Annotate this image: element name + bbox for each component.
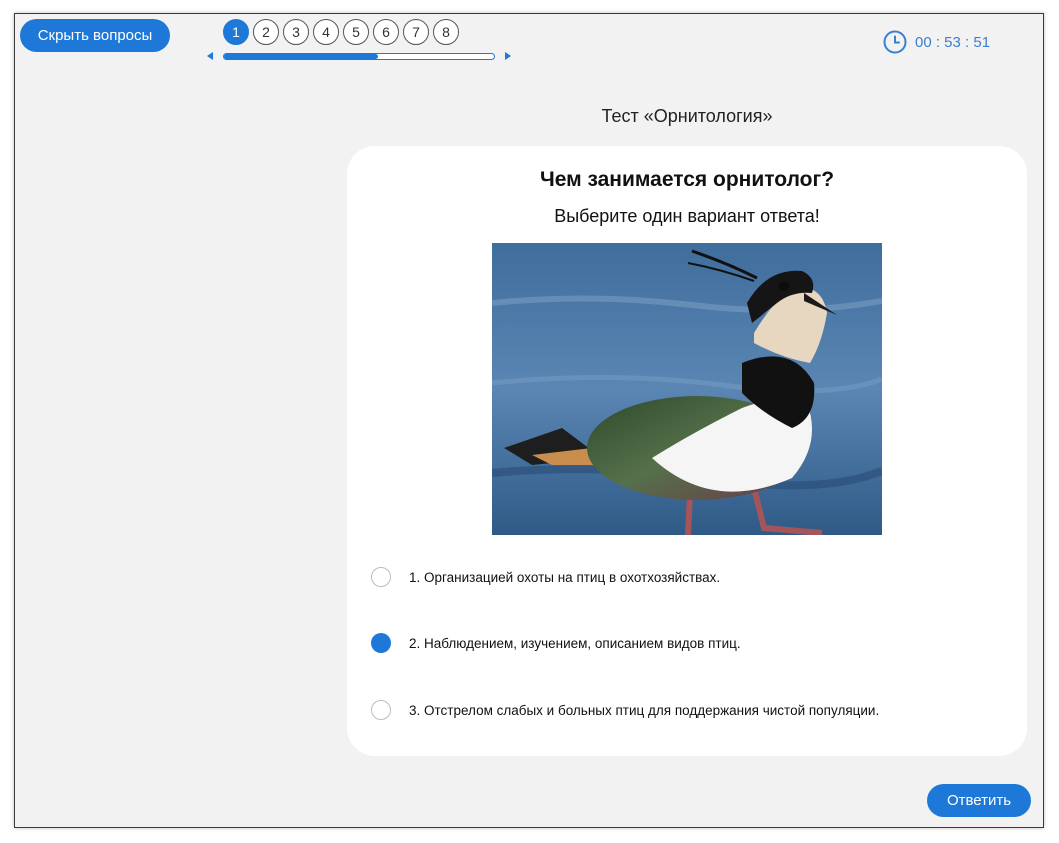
bird-photo: [492, 243, 882, 535]
question-number-4[interactable]: 4: [313, 19, 339, 45]
question-navigator: 1 2 3 4 5 6 7 8: [223, 19, 459, 45]
radio-button-2[interactable]: [371, 633, 391, 653]
question-number-3[interactable]: 3: [283, 19, 309, 45]
question-number-1[interactable]: 1: [223, 19, 249, 45]
scroll-left-arrow-icon[interactable]: [207, 52, 213, 60]
question-number-7[interactable]: 7: [403, 19, 429, 45]
answer-option-3[interactable]: 3. Отстрелом слабых и больных птиц для п…: [371, 700, 879, 720]
scrollbar-thumb[interactable]: [224, 54, 378, 59]
answer-option-1[interactable]: 1. Организацией охоты на птиц в охотхозя…: [371, 567, 720, 587]
question-number-6[interactable]: 6: [373, 19, 399, 45]
submit-answer-button[interactable]: Ответить: [927, 784, 1031, 817]
answer-option-2[interactable]: 2. Наблюдением, изучением, описанием вид…: [371, 633, 741, 653]
radio-button-3[interactable]: [371, 700, 391, 720]
question-number-8[interactable]: 8: [433, 19, 459, 45]
question-number-2[interactable]: 2: [253, 19, 279, 45]
answer-option-label: 1. Организацией охоты на птиц в охотхозя…: [409, 569, 721, 585]
timer-value: 00 : 53 : 51: [915, 33, 991, 51]
answer-option-label: 3. Отстрелом слабых и больных птиц для п…: [409, 702, 880, 718]
question-instruction: Выберите один вариант ответа!: [554, 206, 820, 226]
test-window: Скрыть вопросы 1 2 3 4 5 6 7 8 00 : 53 :…: [14, 13, 1044, 828]
question-card: Чем занимается орнитолог? Выберите один …: [347, 146, 1027, 756]
scroll-right-arrow-icon[interactable]: [505, 52, 511, 60]
clock-icon: [883, 30, 907, 54]
radio-button-1[interactable]: [371, 567, 391, 587]
question-number-5[interactable]: 5: [343, 19, 369, 45]
question-text: Чем занимается орнитолог?: [539, 168, 835, 191]
answer-option-label: 2. Наблюдением, изучением, описанием вид…: [409, 635, 741, 651]
timer: 00 : 53 : 51: [883, 30, 990, 54]
test-title: Тест «Орнитология»: [601, 106, 773, 126]
question-scrollbar[interactable]: [223, 53, 495, 60]
hide-questions-button[interactable]: Скрыть вопросы: [20, 19, 170, 52]
